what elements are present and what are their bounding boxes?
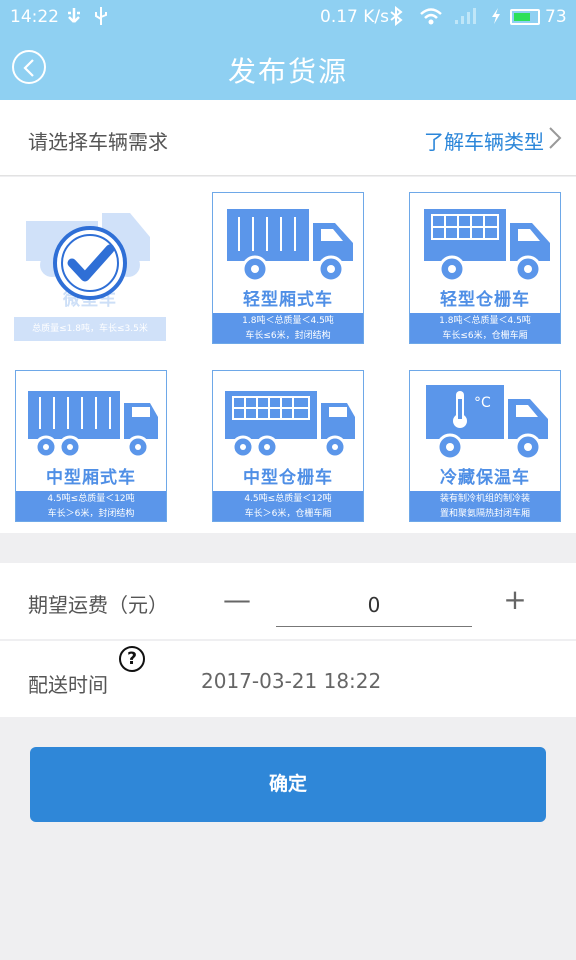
page-title: 发布货源 bbox=[227, 55, 348, 88]
battery-percent: 73 bbox=[545, 7, 567, 27]
svg-text:°C: °C bbox=[474, 395, 491, 411]
freight-input[interactable] bbox=[276, 583, 472, 627]
delivery-time-value[interactable]: 2017-03-21 18:22 bbox=[201, 669, 381, 693]
vehicle-desc-line2: 置和聚氨隔热封闭车厢 bbox=[439, 509, 530, 519]
battery-level bbox=[514, 13, 530, 21]
network-speed: 0.17 K/s bbox=[320, 7, 389, 27]
vehicle-card-medium-stake[interactable]: 中型仓栅车 4.5吨≤总质量＜12吨 车长＞6米，仓栅车厢 bbox=[212, 370, 364, 522]
vehicle-desc: 4.5吨≤总质量＜12吨 车长＞6米，封闭结构 bbox=[16, 491, 166, 521]
vehicle-desc-line1: 4.5吨≤总质量＜12吨 bbox=[244, 494, 332, 504]
delivery-time-label: 配送时间 bbox=[28, 673, 108, 697]
vehicle-desc-line1: 1.8吨＜总质量＜4.5吨 bbox=[439, 316, 531, 326]
vehicle-card-light-box[interactable]: 轻型厢式车 1.8吨＜总质量＜4.5吨 车长≤6米，封闭结构 bbox=[212, 192, 364, 344]
battery-icon bbox=[510, 9, 540, 25]
vehicle-desc: 装有制冷机组的制冷装 置和聚氨隔热封闭车厢 bbox=[410, 491, 560, 521]
freight-row: 期望运费（元） — + bbox=[0, 563, 576, 639]
freight-label: 期望运费（元） bbox=[28, 593, 168, 617]
vehicle-desc: 1.8吨＜总质量＜4.5吨 车长≤6米，封闭结构 bbox=[213, 313, 363, 343]
vehicle-types-link[interactable]: 了解车辆类型 bbox=[424, 126, 544, 155]
vehicle-grid: 微型车 总质量≤1.8吨，车长≤3.5米 轻型厢式车 1.8吨＜总质量＜4.5吨… bbox=[0, 177, 576, 533]
confirm-button[interactable]: 确定 bbox=[30, 747, 546, 822]
vehicle-desc-line2: 车长＞6米，仓栅车厢 bbox=[244, 509, 332, 519]
vehicle-name: 中型仓栅车 bbox=[243, 468, 333, 488]
check-circle-icon bbox=[53, 226, 127, 300]
vehicle-name: 轻型仓栅车 bbox=[440, 290, 530, 310]
vehicle-name: 轻型厢式车 bbox=[243, 290, 333, 310]
increase-button[interactable]: + bbox=[500, 585, 530, 615]
delivery-time-row[interactable]: 配送时间 ? 2017-03-21 18:22 bbox=[0, 641, 576, 717]
status-time: 14:22 bbox=[10, 7, 59, 27]
chevron-right-icon[interactable] bbox=[548, 126, 562, 154]
vehicle-requirement-label: 请选择车辆需求 bbox=[28, 130, 168, 154]
vehicle-desc-line1: 4.5吨≤总质量＜12吨 bbox=[47, 494, 135, 504]
vehicle-card-mini[interactable]: 微型车 总质量≤1.8吨，车长≤3.5米 bbox=[14, 193, 166, 345]
vehicle-card-medium-box[interactable]: 中型厢式车 4.5吨≤总质量＜12吨 车长＞6米，封闭结构 bbox=[15, 370, 167, 522]
vehicle-desc: 1.8吨＜总质量＜4.5吨 车长≤6米，仓栅车厢 bbox=[410, 313, 560, 343]
charging-icon bbox=[490, 6, 502, 31]
title-bar: 发布货源 bbox=[0, 34, 576, 100]
vehicle-requirement-row: 请选择车辆需求 了解车辆类型 bbox=[0, 100, 576, 176]
medium-stake-truck-icon bbox=[225, 391, 355, 459]
status-bar: 14:22 0.17 K/s 73 bbox=[0, 0, 576, 34]
refrigerated-truck-icon: °C bbox=[426, 385, 548, 461]
box-truck-icon bbox=[227, 209, 353, 283]
medium-box-truck-icon bbox=[28, 391, 158, 459]
bluetooth-icon bbox=[388, 5, 404, 31]
decrease-button[interactable]: — bbox=[222, 585, 252, 615]
vehicle-name: 中型厢式车 bbox=[46, 468, 136, 488]
signal-icon bbox=[453, 6, 481, 31]
vehicle-desc-line2: 车长≤6米，封闭结构 bbox=[245, 331, 331, 341]
help-icon[interactable]: ? bbox=[119, 646, 145, 672]
vehicle-desc-line2: 车长＞6米，封闭结构 bbox=[47, 509, 135, 519]
vehicle-card-refrigerated[interactable]: °C 冷藏保温车 装有制冷机组的制冷装 置和聚氨隔热封闭车厢 bbox=[409, 370, 561, 522]
wifi-icon bbox=[419, 6, 443, 31]
vehicle-desc: 总质量≤1.8吨，车长≤3.5米 bbox=[14, 317, 166, 341]
vehicle-desc: 4.5吨≤总质量＜12吨 车长＞6米，仓栅车厢 bbox=[213, 491, 363, 521]
vehicle-desc-line2: 车长≤6米，仓栅车厢 bbox=[442, 331, 528, 341]
vehicle-desc-line1: 1.8吨＜总质量＜4.5吨 bbox=[242, 316, 334, 326]
usb-debug-icon bbox=[93, 6, 109, 31]
stake-truck-icon bbox=[424, 209, 550, 283]
vehicle-desc-line1: 总质量≤1.8吨，车长≤3.5米 bbox=[32, 324, 148, 334]
usb-icon bbox=[64, 6, 84, 31]
vehicle-name: 冷藏保温车 bbox=[440, 468, 530, 488]
vehicle-card-light-stake[interactable]: 轻型仓栅车 1.8吨＜总质量＜4.5吨 车长≤6米，仓栅车厢 bbox=[409, 192, 561, 344]
vehicle-desc-line1: 装有制冷机组的制冷装 bbox=[439, 494, 530, 504]
